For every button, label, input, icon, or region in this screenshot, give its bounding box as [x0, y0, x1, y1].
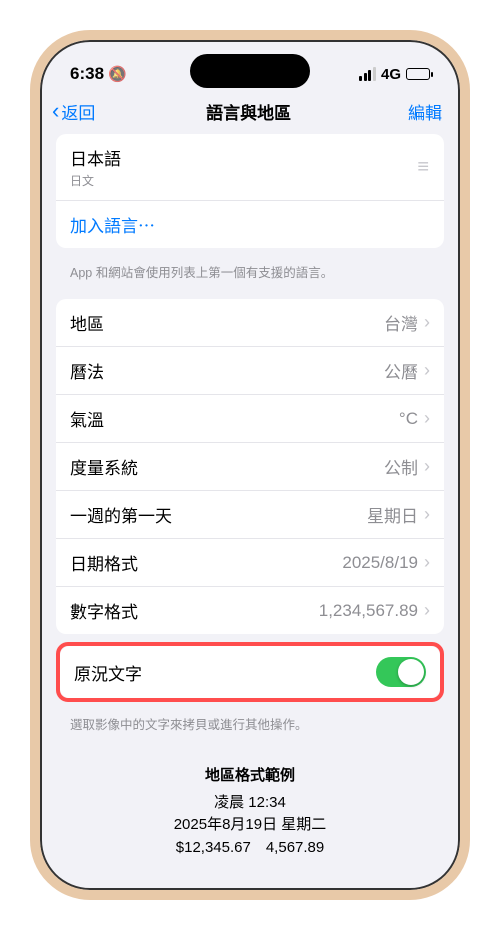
format-example: 地區格式範例 凌晨 12:34 2025年8月19日 星期二 $12,345.6…: [56, 765, 444, 859]
settings-row-3[interactable]: 度量系統 公制 ›: [56, 443, 444, 491]
chevron-right-icon: ›: [424, 504, 430, 525]
settings-label: 氣溫: [70, 406, 104, 431]
edit-button[interactable]: 編輯: [402, 99, 448, 124]
add-language-button[interactable]: 加入語言⋯: [56, 201, 444, 248]
page-title: 語言與地區: [206, 99, 291, 124]
chevron-right-icon: ›: [424, 408, 430, 429]
settings-group: 地區 台灣 › 曆法 公曆 › 氣溫 °C › 度量系統 公制 › 一週的第一天 星期日 › 日期格…: [56, 299, 444, 634]
settings-value: 2025/8/19 ›: [342, 552, 430, 573]
phone-frame: 6:38 🔕 4G ‹ 返回 語言與地區 編輯 日本語 日文 ≡ 加入語言⋯: [30, 30, 470, 900]
settings-label: 地區: [70, 310, 104, 335]
status-time-area: 6:38 🔕: [70, 64, 127, 84]
chevron-right-icon: ›: [424, 312, 430, 333]
status-time: 6:38: [70, 64, 104, 84]
language-sub: 日文: [70, 172, 121, 189]
settings-value: 1,234,567.89 ›: [319, 600, 430, 621]
settings-row-5[interactable]: 日期格式 2025/8/19 ›: [56, 539, 444, 587]
language-row[interactable]: 日本語 日文 ≡: [56, 134, 444, 201]
network-label: 4G: [381, 66, 401, 83]
example-date: 2025年8月19日 星期二: [56, 814, 444, 837]
nav-bar: ‹ 返回 語言與地區 編輯: [40, 90, 460, 134]
settings-row-4[interactable]: 一週的第一天 星期日 ›: [56, 491, 444, 539]
settings-label: 一週的第一天: [70, 502, 172, 527]
live-text-toggle[interactable]: [376, 657, 426, 687]
drag-handle-icon[interactable]: ≡: [417, 163, 430, 171]
chevron-right-icon: ›: [424, 360, 430, 381]
settings-label: 數字格式: [70, 598, 138, 623]
settings-value: °C ›: [399, 408, 430, 429]
chevron-left-icon: ‹: [52, 98, 59, 124]
chevron-right-icon: ›: [424, 552, 430, 573]
example-time: 凌晨 12:34: [56, 792, 444, 815]
settings-label: 日期格式: [70, 550, 138, 575]
language-name: 日本語: [70, 145, 121, 170]
content-area: 日本語 日文 ≡ 加入語言⋯ App 和網站會使用列表上第一個有支援的語言。 地…: [40, 134, 460, 874]
back-label: 返回: [61, 99, 95, 124]
live-text-highlight: 原況文字: [56, 642, 444, 702]
language-note: App 和網站會使用列表上第一個有支援的語言。: [56, 256, 444, 299]
settings-row-0[interactable]: 地區 台灣 ›: [56, 299, 444, 347]
settings-label: 曆法: [70, 358, 104, 383]
settings-row-1[interactable]: 曆法 公曆 ›: [56, 347, 444, 395]
status-right: 4G: [359, 66, 430, 83]
settings-label: 度量系統: [70, 454, 138, 479]
settings-value: 公制 ›: [384, 454, 430, 479]
silent-mode-icon: 🔕: [108, 65, 127, 83]
chevron-right-icon: ›: [424, 456, 430, 477]
settings-value: 星期日 ›: [367, 502, 430, 527]
example-numbers: $12,345.67 4,567.89: [56, 837, 444, 860]
live-text-row: 原況文字: [60, 646, 440, 698]
settings-value: 台灣 ›: [384, 310, 430, 335]
live-text-note: 選取影像中的文字來拷貝或進行其他操作。: [56, 708, 444, 751]
cell-signal-icon: [359, 67, 376, 81]
live-text-label: 原況文字: [74, 660, 142, 685]
status-bar: 6:38 🔕 4G: [40, 40, 460, 90]
battery-icon: [406, 68, 430, 80]
chevron-right-icon: ›: [424, 600, 430, 621]
settings-row-2[interactable]: 氣溫 °C ›: [56, 395, 444, 443]
back-button[interactable]: ‹ 返回: [52, 98, 95, 124]
example-title: 地區格式範例: [56, 765, 444, 788]
settings-value: 公曆 ›: [384, 358, 430, 383]
settings-row-6[interactable]: 數字格式 1,234,567.89 ›: [56, 587, 444, 634]
language-group: 日本語 日文 ≡ 加入語言⋯: [56, 134, 444, 248]
